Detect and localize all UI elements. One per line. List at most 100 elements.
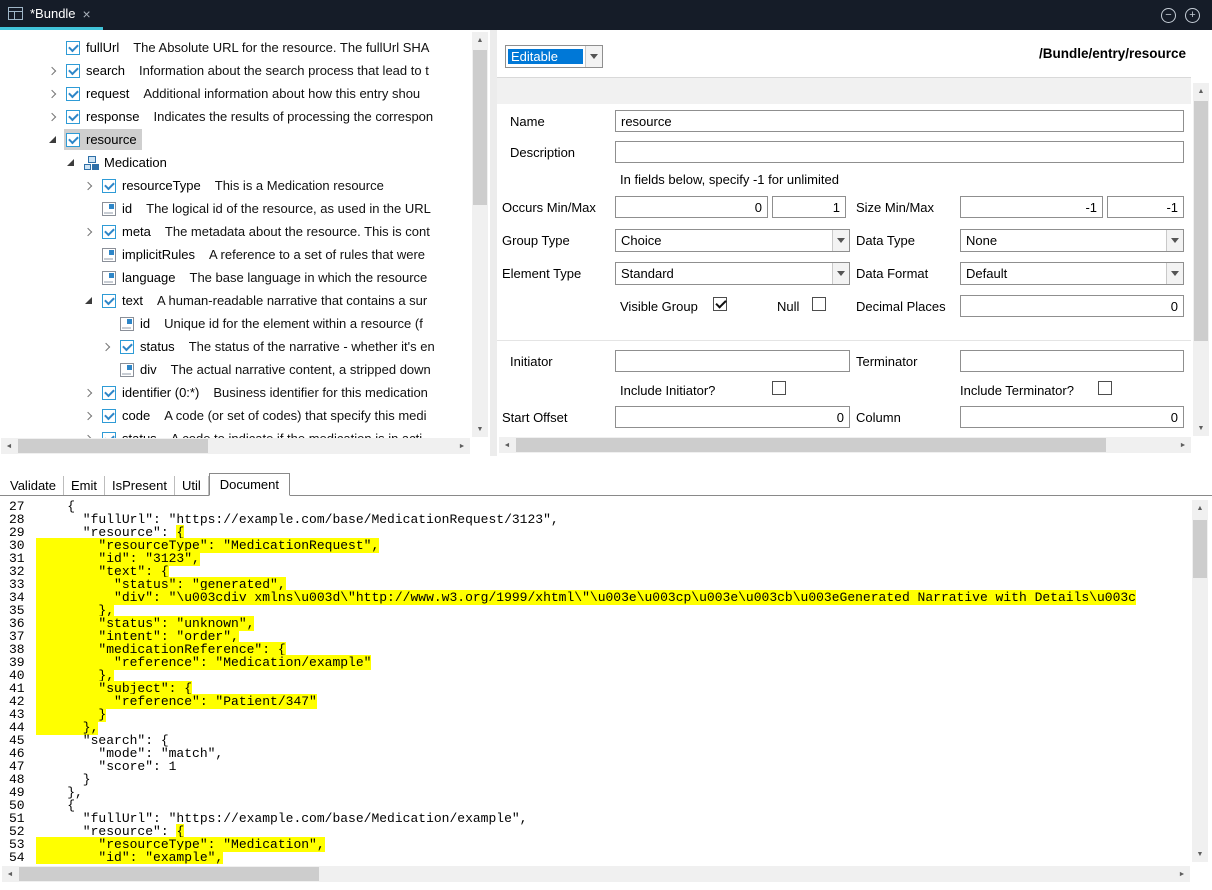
document-vertical-scrollbar[interactable]: ▲ ▼ [1192, 500, 1208, 862]
visible-group-checkbox[interactable] [713, 297, 727, 311]
chevron-down-icon[interactable] [832, 230, 849, 251]
tree-item-resourcetype[interactable]: resourceTypeThis is a Medication resourc… [0, 174, 472, 197]
scroll-thumb[interactable] [1194, 101, 1208, 341]
scroll-left-icon[interactable]: ◄ [2, 866, 18, 882]
scroll-up-icon[interactable]: ▲ [1193, 83, 1209, 99]
scroll-down-icon[interactable]: ▼ [1192, 846, 1208, 862]
mode-select[interactable]: Editable [505, 45, 603, 68]
tree-node[interactable]: status [118, 336, 180, 357]
tab-validate[interactable]: Validate [3, 476, 64, 495]
scroll-down-icon[interactable]: ▼ [1193, 420, 1209, 436]
tab-ispresent[interactable]: IsPresent [105, 476, 175, 495]
chevron-right-icon[interactable] [82, 229, 100, 235]
data-type-select[interactable]: None [960, 229, 1184, 252]
scroll-right-icon[interactable]: ► [454, 438, 470, 454]
tree-node[interactable]: id [118, 313, 155, 334]
tree-horizontal-scrollbar[interactable]: ◄ ► [1, 438, 470, 454]
tree-node[interactable]: code [100, 405, 155, 426]
decimal-places-input[interactable]: 0 [960, 295, 1184, 317]
column-input[interactable]: 0 [960, 406, 1184, 428]
scroll-left-icon[interactable]: ◄ [1, 438, 17, 454]
chevron-expanded-icon[interactable] [64, 159, 82, 166]
document-tab-bundle[interactable]: *Bundle × [0, 0, 103, 30]
description-input[interactable] [615, 141, 1184, 163]
chevron-right-icon[interactable] [82, 183, 100, 189]
tree-node[interactable]: request [64, 83, 134, 104]
tree-node[interactable]: Medication [82, 152, 172, 173]
chevron-expanded-icon[interactable] [46, 136, 64, 143]
collapse-all-button[interactable]: − [1161, 8, 1176, 23]
scroll-thumb[interactable] [473, 50, 487, 205]
chevron-right-icon[interactable] [82, 390, 100, 396]
tree-item-fullurl[interactable]: fullUrlThe Absolute URL for the resource… [0, 36, 472, 59]
scroll-left-icon[interactable]: ◄ [499, 437, 515, 453]
occurs-min-input[interactable]: 0 [615, 196, 768, 218]
tree-item-identifier-0[interactable]: identifier (0:*)Business identifier for … [0, 381, 472, 404]
tree-item-search[interactable]: searchInformation about the search proce… [0, 59, 472, 82]
scroll-down-icon[interactable]: ▼ [472, 421, 488, 437]
tab-emit[interactable]: Emit [64, 476, 105, 495]
tree-item-meta[interactable]: metaThe metadata about the resource. Thi… [0, 220, 472, 243]
group-type-select[interactable]: Choice [615, 229, 850, 252]
expand-all-button[interactable]: + [1185, 8, 1200, 23]
scroll-thumb[interactable] [1193, 520, 1207, 578]
tree-item-status[interactable]: statusThe status of the narrative - whet… [0, 335, 472, 358]
chevron-down-icon[interactable] [1166, 263, 1183, 284]
tree-node[interactable]: text [100, 290, 148, 311]
tab-document[interactable]: Document [209, 473, 290, 496]
inspector-horizontal-scrollbar[interactable]: ◄ ► [499, 437, 1191, 453]
tree-item-implicitrules[interactable]: implicitRulesA reference to a set of rul… [0, 243, 472, 266]
start-offset-input[interactable]: 0 [615, 406, 850, 428]
chevron-right-icon[interactable] [46, 114, 64, 120]
data-format-select[interactable]: Default [960, 262, 1184, 285]
scroll-up-icon[interactable]: ▲ [472, 32, 488, 48]
chevron-expanded-icon[interactable] [82, 297, 100, 304]
chevron-down-icon[interactable] [585, 46, 602, 67]
chevron-down-icon[interactable] [832, 263, 849, 284]
scroll-up-icon[interactable]: ▲ [1192, 500, 1208, 516]
tree-node[interactable]: meta [100, 221, 156, 242]
tree-node[interactable]: implicitRules [100, 244, 200, 265]
json-code-view[interactable]: 27 {28 "fullUrl": "https://example.com/b… [0, 500, 1192, 864]
name-input[interactable]: resource [615, 110, 1184, 132]
tree-item-response[interactable]: responseIndicates the results of process… [0, 105, 472, 128]
pane-splitter[interactable] [490, 30, 497, 456]
tree-node[interactable]: language [100, 267, 181, 288]
initiator-input[interactable] [615, 350, 850, 372]
tree-item-language[interactable]: languageThe base language in which the r… [0, 266, 472, 289]
size-min-input[interactable]: -1 [960, 196, 1103, 218]
tree-node[interactable]: id [100, 198, 137, 219]
tree-item-resource[interactable]: resource [0, 128, 472, 151]
tree-node[interactable]: div [118, 359, 162, 380]
tree-item-request[interactable]: requestAdditional information about how … [0, 82, 472, 105]
tree-item-div[interactable]: divThe actual narrative content, a strip… [0, 358, 472, 381]
inspector-vertical-scrollbar[interactable]: ▲ ▼ [1193, 83, 1209, 436]
tree-item-text[interactable]: textA human-readable narrative that cont… [0, 289, 472, 312]
chevron-right-icon[interactable] [46, 91, 64, 97]
tree-item-medication[interactable]: Medication [0, 151, 472, 174]
tree-node[interactable]: resourceType [100, 175, 206, 196]
chevron-down-icon[interactable] [1166, 230, 1183, 251]
element-type-select[interactable]: Standard [615, 262, 850, 285]
tree-node[interactable]: search [64, 60, 130, 81]
null-checkbox[interactable] [812, 297, 826, 311]
tree-node[interactable]: resource [64, 129, 142, 150]
close-tab-icon[interactable]: × [83, 7, 91, 21]
include-terminator-checkbox[interactable] [1098, 381, 1112, 395]
chevron-right-icon[interactable] [100, 344, 118, 350]
scroll-thumb[interactable] [516, 438, 1106, 452]
tree-vertical-scrollbar[interactable]: ▲ ▼ [472, 32, 488, 437]
include-initiator-checkbox[interactable] [772, 381, 786, 395]
scroll-thumb[interactable] [19, 867, 319, 881]
scroll-right-icon[interactable]: ► [1175, 437, 1191, 453]
occurs-max-input[interactable]: 1 [772, 196, 846, 218]
tree-node[interactable]: fullUrl [64, 37, 124, 58]
tree-item-id[interactable]: idThe logical id of the resource, as use… [0, 197, 472, 220]
chevron-right-icon[interactable] [82, 413, 100, 419]
tree-node[interactable]: status [100, 428, 162, 438]
chevron-right-icon[interactable] [46, 68, 64, 74]
tree-item-id[interactable]: idUnique id for the element within a res… [0, 312, 472, 335]
tab-util[interactable]: Util [175, 476, 209, 495]
document-horizontal-scrollbar[interactable]: ◄ ► [2, 866, 1190, 882]
scroll-thumb[interactable] [18, 439, 208, 453]
